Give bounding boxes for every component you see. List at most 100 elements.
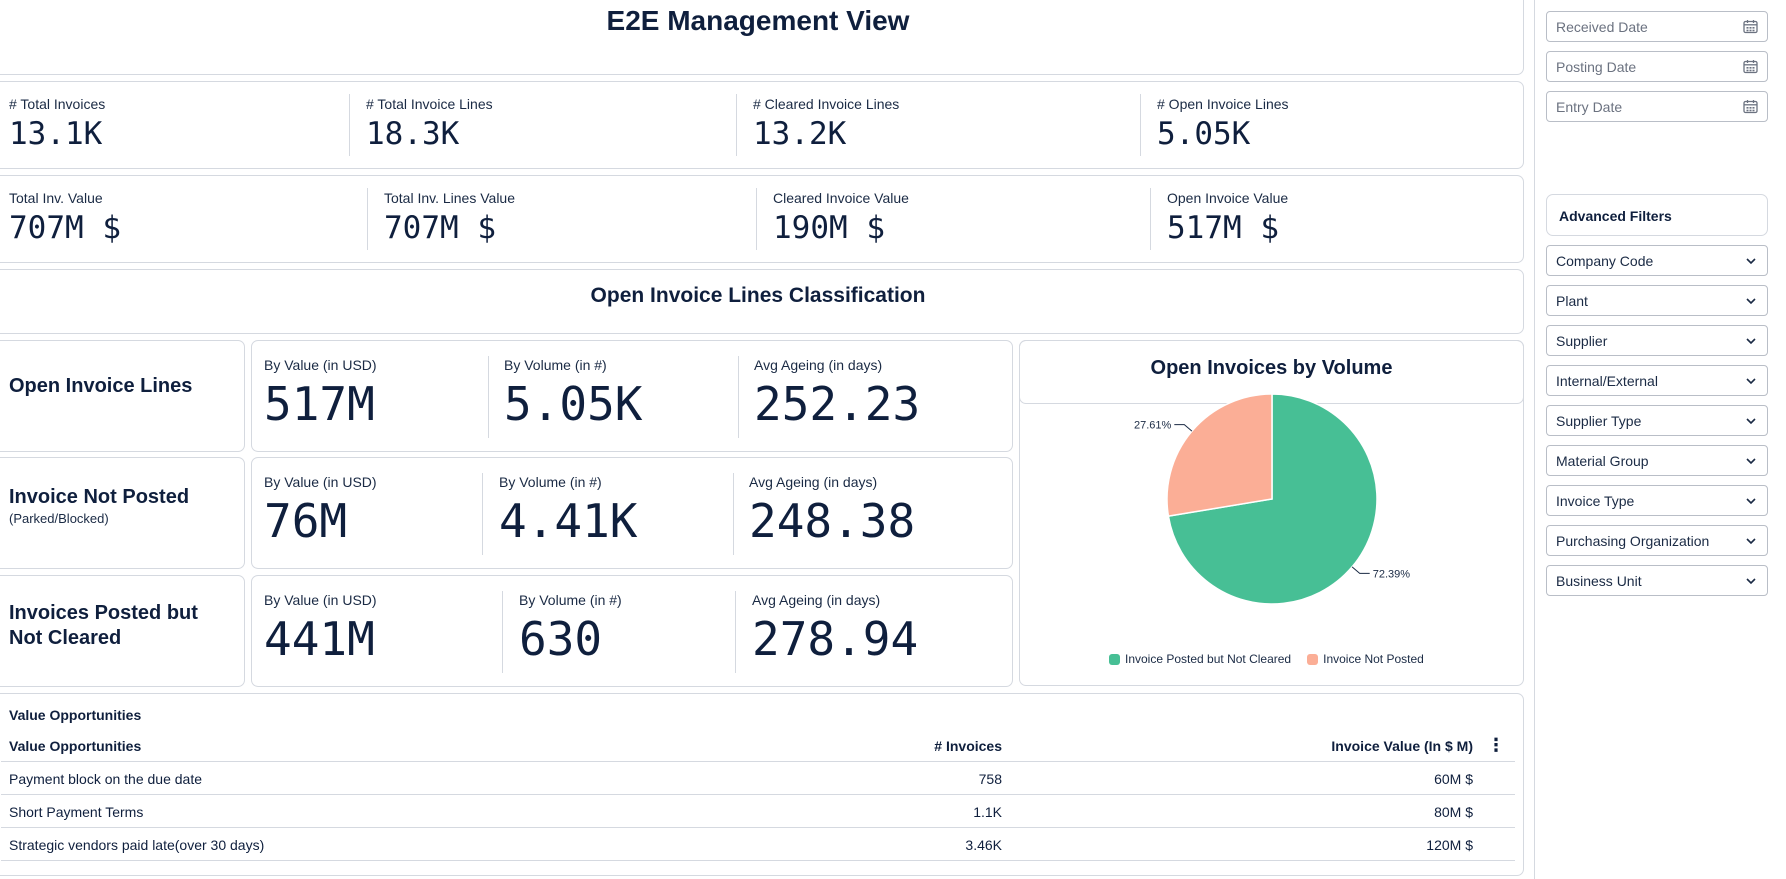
chart-legend: Invoice Posted but Not Cleared Invoice N… <box>1109 652 1424 666</box>
filter-dropdown[interactable]: Business Unit <box>1546 565 1768 596</box>
metric-label: By Value (in USD) <box>264 592 377 608</box>
pie-slice[interactable] <box>1166 393 1273 518</box>
metric-by-volume: By Volume (in #) 4.41K <box>499 474 637 548</box>
received-date-input[interactable]: Received Date <box>1546 11 1768 42</box>
column-header[interactable]: # Invoices <box>934 738 1002 754</box>
table-row[interactable]: Payment block on the due date 758 60M $ <box>1 762 1515 795</box>
table-cell: 1.1K <box>973 804 1002 820</box>
chevron-down-icon[interactable] <box>1745 375 1757 387</box>
divider <box>735 591 736 673</box>
metric-avg-ageing: Avg Ageing (in days) 248.38 <box>749 474 915 548</box>
kpi-row-values: Total Inv. Value 707M $ Total Inv. Lines… <box>0 175 1524 263</box>
dropdown-label: Company Code <box>1556 253 1654 269</box>
filter-dropdown[interactable]: Internal/External <box>1546 365 1768 396</box>
dropdown-label: Supplier <box>1556 333 1608 349</box>
legend-swatch <box>1307 653 1319 665</box>
chevron-down-icon[interactable] <box>1745 335 1757 347</box>
legend-item[interactable]: Invoice Not Posted <box>1307 652 1424 666</box>
slice-label: 27.61% <box>1134 420 1172 432</box>
section-title: Open Invoice Lines Classification <box>590 284 926 307</box>
table-cell: 120M $ <box>1426 837 1473 853</box>
filter-dropdown[interactable]: Material Group <box>1546 445 1768 476</box>
filter-dropdown[interactable]: Invoice Type <box>1546 485 1768 516</box>
legend-label: Invoice Not Posted <box>1323 652 1424 666</box>
slice-label-leader <box>1351 566 1370 574</box>
kpi-total-invoice-lines: # Total Invoice Lines 18.3K <box>366 96 493 152</box>
input-placeholder: Posting Date <box>1556 59 1637 75</box>
chevron-down-icon[interactable] <box>1745 295 1757 307</box>
advanced-filters-title: Advanced Filters <box>1559 208 1672 224</box>
divider <box>482 473 483 555</box>
divider <box>1140 94 1141 156</box>
metric-avg-ageing: Avg Ageing (in days) 252.23 <box>754 357 920 431</box>
dropdown-label: Business Unit <box>1556 573 1642 589</box>
filter-dropdown[interactable]: Supplier Type <box>1546 405 1768 436</box>
metric-label: By Value (in USD) <box>264 357 377 373</box>
kpi-total-invoices: # Total Invoices 13.1K <box>9 96 105 152</box>
metric-label: By Volume (in #) <box>499 474 602 490</box>
table-cell: 758 <box>978 771 1002 787</box>
legend-item[interactable]: Invoice Posted but Not Cleared <box>1109 652 1291 666</box>
metric-value: 630 <box>519 612 603 666</box>
divider <box>488 356 489 438</box>
metric-by-value: By Value (in USD) 441M <box>264 592 377 666</box>
dropdown-label: Material Group <box>1556 453 1649 469</box>
kpi-cleared-invoice-lines: # Cleared Invoice Lines 13.2K <box>753 96 899 152</box>
advanced-filters-header: Advanced Filters <box>1546 194 1768 236</box>
filter-dropdown[interactable]: Company Code <box>1546 245 1768 276</box>
kpi-label: # Cleared Invoice Lines <box>753 96 900 112</box>
column-header[interactable]: Value Opportunities <box>9 738 141 754</box>
kpi-value: 5.05K <box>1157 116 1251 152</box>
slice-label: 72.39% <box>1373 568 1411 580</box>
metric-value: 76M <box>264 494 348 548</box>
input-placeholder: Received Date <box>1556 19 1648 35</box>
filter-dropdown[interactable]: Supplier <box>1546 325 1768 356</box>
kpi-value: 517M $ <box>1167 210 1279 246</box>
row-label-invoice-not-posted: Invoice Not Posted (Parked/Blocked) <box>0 457 245 569</box>
kpi-value: 707M $ <box>384 210 496 246</box>
calendar-icon[interactable] <box>1743 99 1758 114</box>
pie-chart: 72.39% 27.61% <box>1134 393 1411 605</box>
row-sublabel: (Parked/Blocked) <box>9 511 109 526</box>
filter-dropdown[interactable]: Purchasing Organization <box>1546 525 1768 556</box>
posting-date-input[interactable]: Posting Date <box>1546 51 1768 82</box>
kpi-value: 13.2K <box>753 116 847 152</box>
divider <box>502 591 503 673</box>
filter-dropdown[interactable]: Plant <box>1546 285 1768 316</box>
metric-value: 4.41K <box>499 494 638 548</box>
table-row[interactable]: Short Payment Terms 1.1K 80M $ <box>1 795 1515 828</box>
kpi-cleared-invoice-value: Cleared Invoice Value 190M $ <box>773 190 909 246</box>
metric-by-value: By Value (in USD) 517M <box>264 357 377 431</box>
divider <box>349 94 350 156</box>
chevron-down-icon[interactable] <box>1745 495 1757 507</box>
slice-label-leader <box>1174 424 1193 432</box>
entry-date-input[interactable]: Entry Date <box>1546 91 1768 122</box>
chevron-down-icon[interactable] <box>1745 575 1757 587</box>
calendar-icon[interactable] <box>1743 19 1758 34</box>
metrics-open-invoice-lines: By Value (in USD) 517M By Volume (in #) … <box>251 340 1013 452</box>
metric-value: 5.05K <box>504 377 643 431</box>
calendar-icon[interactable] <box>1743 59 1758 74</box>
metric-by-volume: By Volume (in #) 630 <box>519 592 622 666</box>
table-cell: 3.46K <box>965 837 1002 853</box>
metrics-posted-not-cleared: By Value (in USD) 441M By Volume (in #) … <box>251 575 1013 687</box>
kpi-value: 190M $ <box>773 210 885 246</box>
page-title: E2E Management View <box>606 5 910 36</box>
table-cell: 60M $ <box>1434 771 1473 787</box>
row-label-line1: Invoices Posted but <box>9 602 198 624</box>
row-label: Invoice Not Posted <box>9 486 190 508</box>
kpi-label: # Open Invoice Lines <box>1157 96 1289 112</box>
kpi-total-inv-value: Total Inv. Value 707M $ <box>9 190 121 246</box>
metric-label: Avg Ageing (in days) <box>752 592 881 608</box>
dropdown-label: Plant <box>1556 293 1588 309</box>
chevron-down-icon[interactable] <box>1745 415 1757 427</box>
row-label: Open Invoice Lines <box>9 375 193 397</box>
chevron-down-icon[interactable] <box>1745 255 1757 267</box>
kpi-total-inv-lines-value: Total Inv. Lines Value 707M $ <box>384 190 515 246</box>
chevron-down-icon[interactable] <box>1745 535 1757 547</box>
chevron-down-icon[interactable] <box>1745 455 1757 467</box>
table-row[interactable]: Strategic vendors paid late(over 30 days… <box>1 828 1515 861</box>
column-header[interactable]: Invoice Value (In $ M) <box>1331 738 1473 754</box>
metric-avg-ageing: Avg Ageing (in days) 278.94 <box>752 592 918 666</box>
more-vertical-icon[interactable]: ⋮ <box>1487 735 1505 756</box>
